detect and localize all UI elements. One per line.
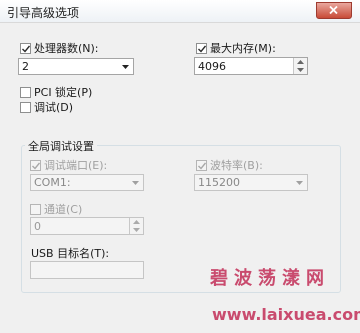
checkmark-icon — [198, 162, 206, 170]
processors-checkbox[interactable]: 处理器数(N): — [20, 40, 99, 56]
checkmark-icon — [22, 45, 30, 53]
chevron-down-icon — [296, 181, 303, 185]
max-memory-checkbox-box[interactable] — [196, 42, 207, 54]
debug-port-value: COM1: — [34, 176, 71, 189]
watermark-logo: 碧波荡漾网 — [210, 268, 330, 289]
debug-port-label: 调试端口(E): — [44, 159, 108, 172]
baud-rate-checkbox[interactable]: 波特率(B): — [196, 157, 263, 173]
close-icon — [329, 6, 338, 14]
chevron-down-icon — [122, 65, 129, 69]
baud-rate-select[interactable]: 115200 — [194, 174, 308, 191]
spin-up-icon[interactable] — [297, 60, 304, 64]
checkmark-icon — [32, 162, 40, 170]
max-memory-label: 最大内存(M): — [210, 42, 276, 55]
debug-label: 调试(D) — [34, 101, 74, 114]
channel-label: 通道(C) — [44, 203, 83, 216]
max-memory-input[interactable]: 4096 — [194, 57, 308, 75]
pci-lock-label: PCI 锁定(P) — [34, 86, 93, 99]
processors-select[interactable]: 2 — [18, 58, 134, 75]
pci-lock-checkbox[interactable]: PCI 锁定(P) — [20, 84, 92, 100]
channel-input[interactable]: 0 — [30, 217, 144, 235]
baud-rate-checkbox-box[interactable] — [196, 159, 207, 171]
usb-target-input[interactable] — [30, 261, 144, 279]
pci-lock-checkbox-box[interactable] — [20, 86, 31, 98]
max-memory-spinner[interactable] — [293, 58, 307, 74]
close-button[interactable] — [316, 2, 352, 19]
spin-down-icon[interactable] — [133, 228, 140, 232]
baud-rate-label: 波特率(B): — [210, 159, 263, 172]
watermark-url: www.laixuea.com — [212, 305, 360, 324]
max-memory-value: 4096 — [198, 60, 226, 73]
debug-port-checkbox-box[interactable] — [30, 159, 41, 171]
channel-value: 0 — [34, 220, 41, 233]
processors-value: 2 — [22, 60, 29, 73]
channel-checkbox[interactable]: 通道(C) — [30, 201, 82, 217]
debug-port-select[interactable]: COM1: — [30, 174, 144, 191]
chevron-down-icon — [132, 181, 139, 185]
debug-checkbox-box[interactable] — [20, 101, 31, 113]
debug-port-checkbox[interactable]: 调试端口(E): — [30, 157, 107, 173]
window-title: 引导高级选项 — [7, 6, 80, 20]
usb-target-label: USB 目标名(T): — [31, 247, 110, 260]
baud-rate-value: 115200 — [198, 176, 240, 189]
checkmark-icon — [198, 45, 206, 53]
channel-spinner[interactable] — [129, 218, 143, 234]
max-memory-checkbox[interactable]: 最大内存(M): — [196, 40, 276, 56]
debug-checkbox[interactable]: 调试(D) — [20, 99, 73, 115]
channel-checkbox-box[interactable] — [30, 203, 41, 215]
processors-checkbox-box[interactable] — [20, 42, 31, 54]
processors-label: 处理器数(N): — [34, 42, 99, 55]
global-debug-group-title: 全局调试设置 — [25, 138, 97, 154]
spin-up-icon[interactable] — [133, 220, 140, 224]
spin-down-icon[interactable] — [297, 68, 304, 72]
title-bar: 引导高级选项 — [0, 0, 360, 23]
